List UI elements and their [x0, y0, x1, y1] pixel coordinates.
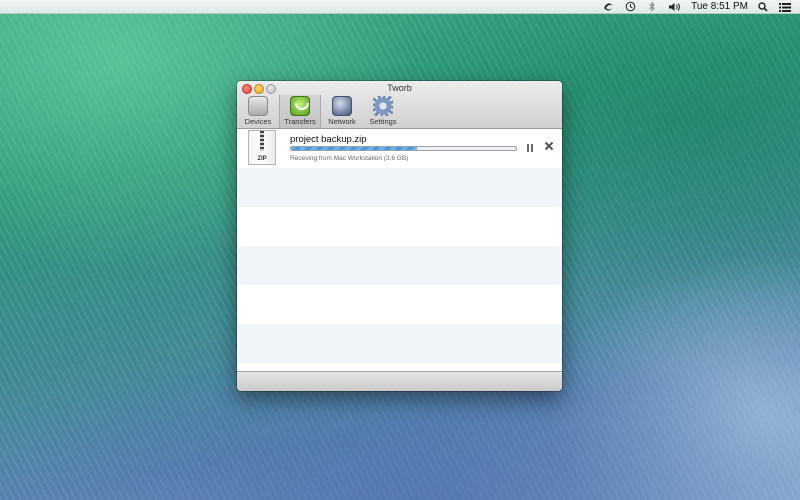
list-row — [237, 285, 562, 324]
list-row — [237, 246, 562, 285]
gear-icon — [373, 96, 393, 116]
transfer-progress-bar — [290, 146, 517, 151]
list-row — [237, 168, 562, 207]
toolbar-transfers-button[interactable]: Transfers — [279, 95, 321, 128]
pause-icon — [527, 144, 529, 152]
network-globe-icon — [332, 96, 352, 116]
transfer-status: Receving from Mac Workstation (3.6 GB) — [290, 155, 409, 162]
volume-icon[interactable] — [667, 1, 681, 13]
menu-clock[interactable]: Tue 8:51 PM — [691, 1, 748, 12]
window-title: Tworb — [387, 83, 412, 93]
close-icon — [544, 141, 554, 151]
notification-center-icon[interactable] — [778, 1, 792, 13]
tworb-icon[interactable] — [601, 1, 615, 13]
toolbar-settings-button[interactable]: Settings — [362, 95, 404, 128]
pause-icon — [531, 144, 533, 152]
toolbar-devices-button[interactable]: Devices — [237, 95, 279, 128]
devices-icon — [248, 96, 268, 116]
window-toolbar: Tworb Devices Transfers Network Settings — [237, 81, 562, 129]
tworb-window: Tworb Devices Transfers Network Settings — [237, 81, 562, 391]
toolbar-network-button[interactable]: Network — [321, 95, 363, 128]
cancel-transfer-button[interactable] — [543, 141, 555, 153]
bluetooth-icon[interactable] — [645, 1, 659, 13]
status-menus: Tue 8:51 PM — [593, 0, 792, 13]
transfer-list: ZIP project backup.zip Receving from Mac… — [237, 129, 562, 372]
transfers-label: Transfers — [284, 117, 316, 126]
list-row — [237, 324, 562, 363]
zipper-graphic — [260, 131, 264, 151]
settings-label: Settings — [369, 117, 397, 126]
progress-fill — [291, 147, 417, 150]
transfer-item[interactable]: ZIP project backup.zip Receving from Mac… — [237, 129, 562, 168]
menu-bar: Tue 8:51 PM — [0, 0, 800, 14]
window-bottom-bar — [237, 371, 562, 391]
file-type-label: ZIP — [257, 156, 267, 162]
time-machine-icon[interactable] — [623, 1, 637, 13]
list-row — [237, 207, 562, 246]
transfer-filename: project backup.zip — [290, 134, 367, 145]
transfers-icon — [290, 96, 310, 116]
spotlight-icon[interactable] — [756, 1, 770, 13]
devices-label: Devices — [244, 117, 272, 126]
pause-button[interactable] — [525, 143, 535, 153]
network-label: Network — [328, 117, 356, 126]
zip-file-icon: ZIP — [248, 130, 276, 165]
